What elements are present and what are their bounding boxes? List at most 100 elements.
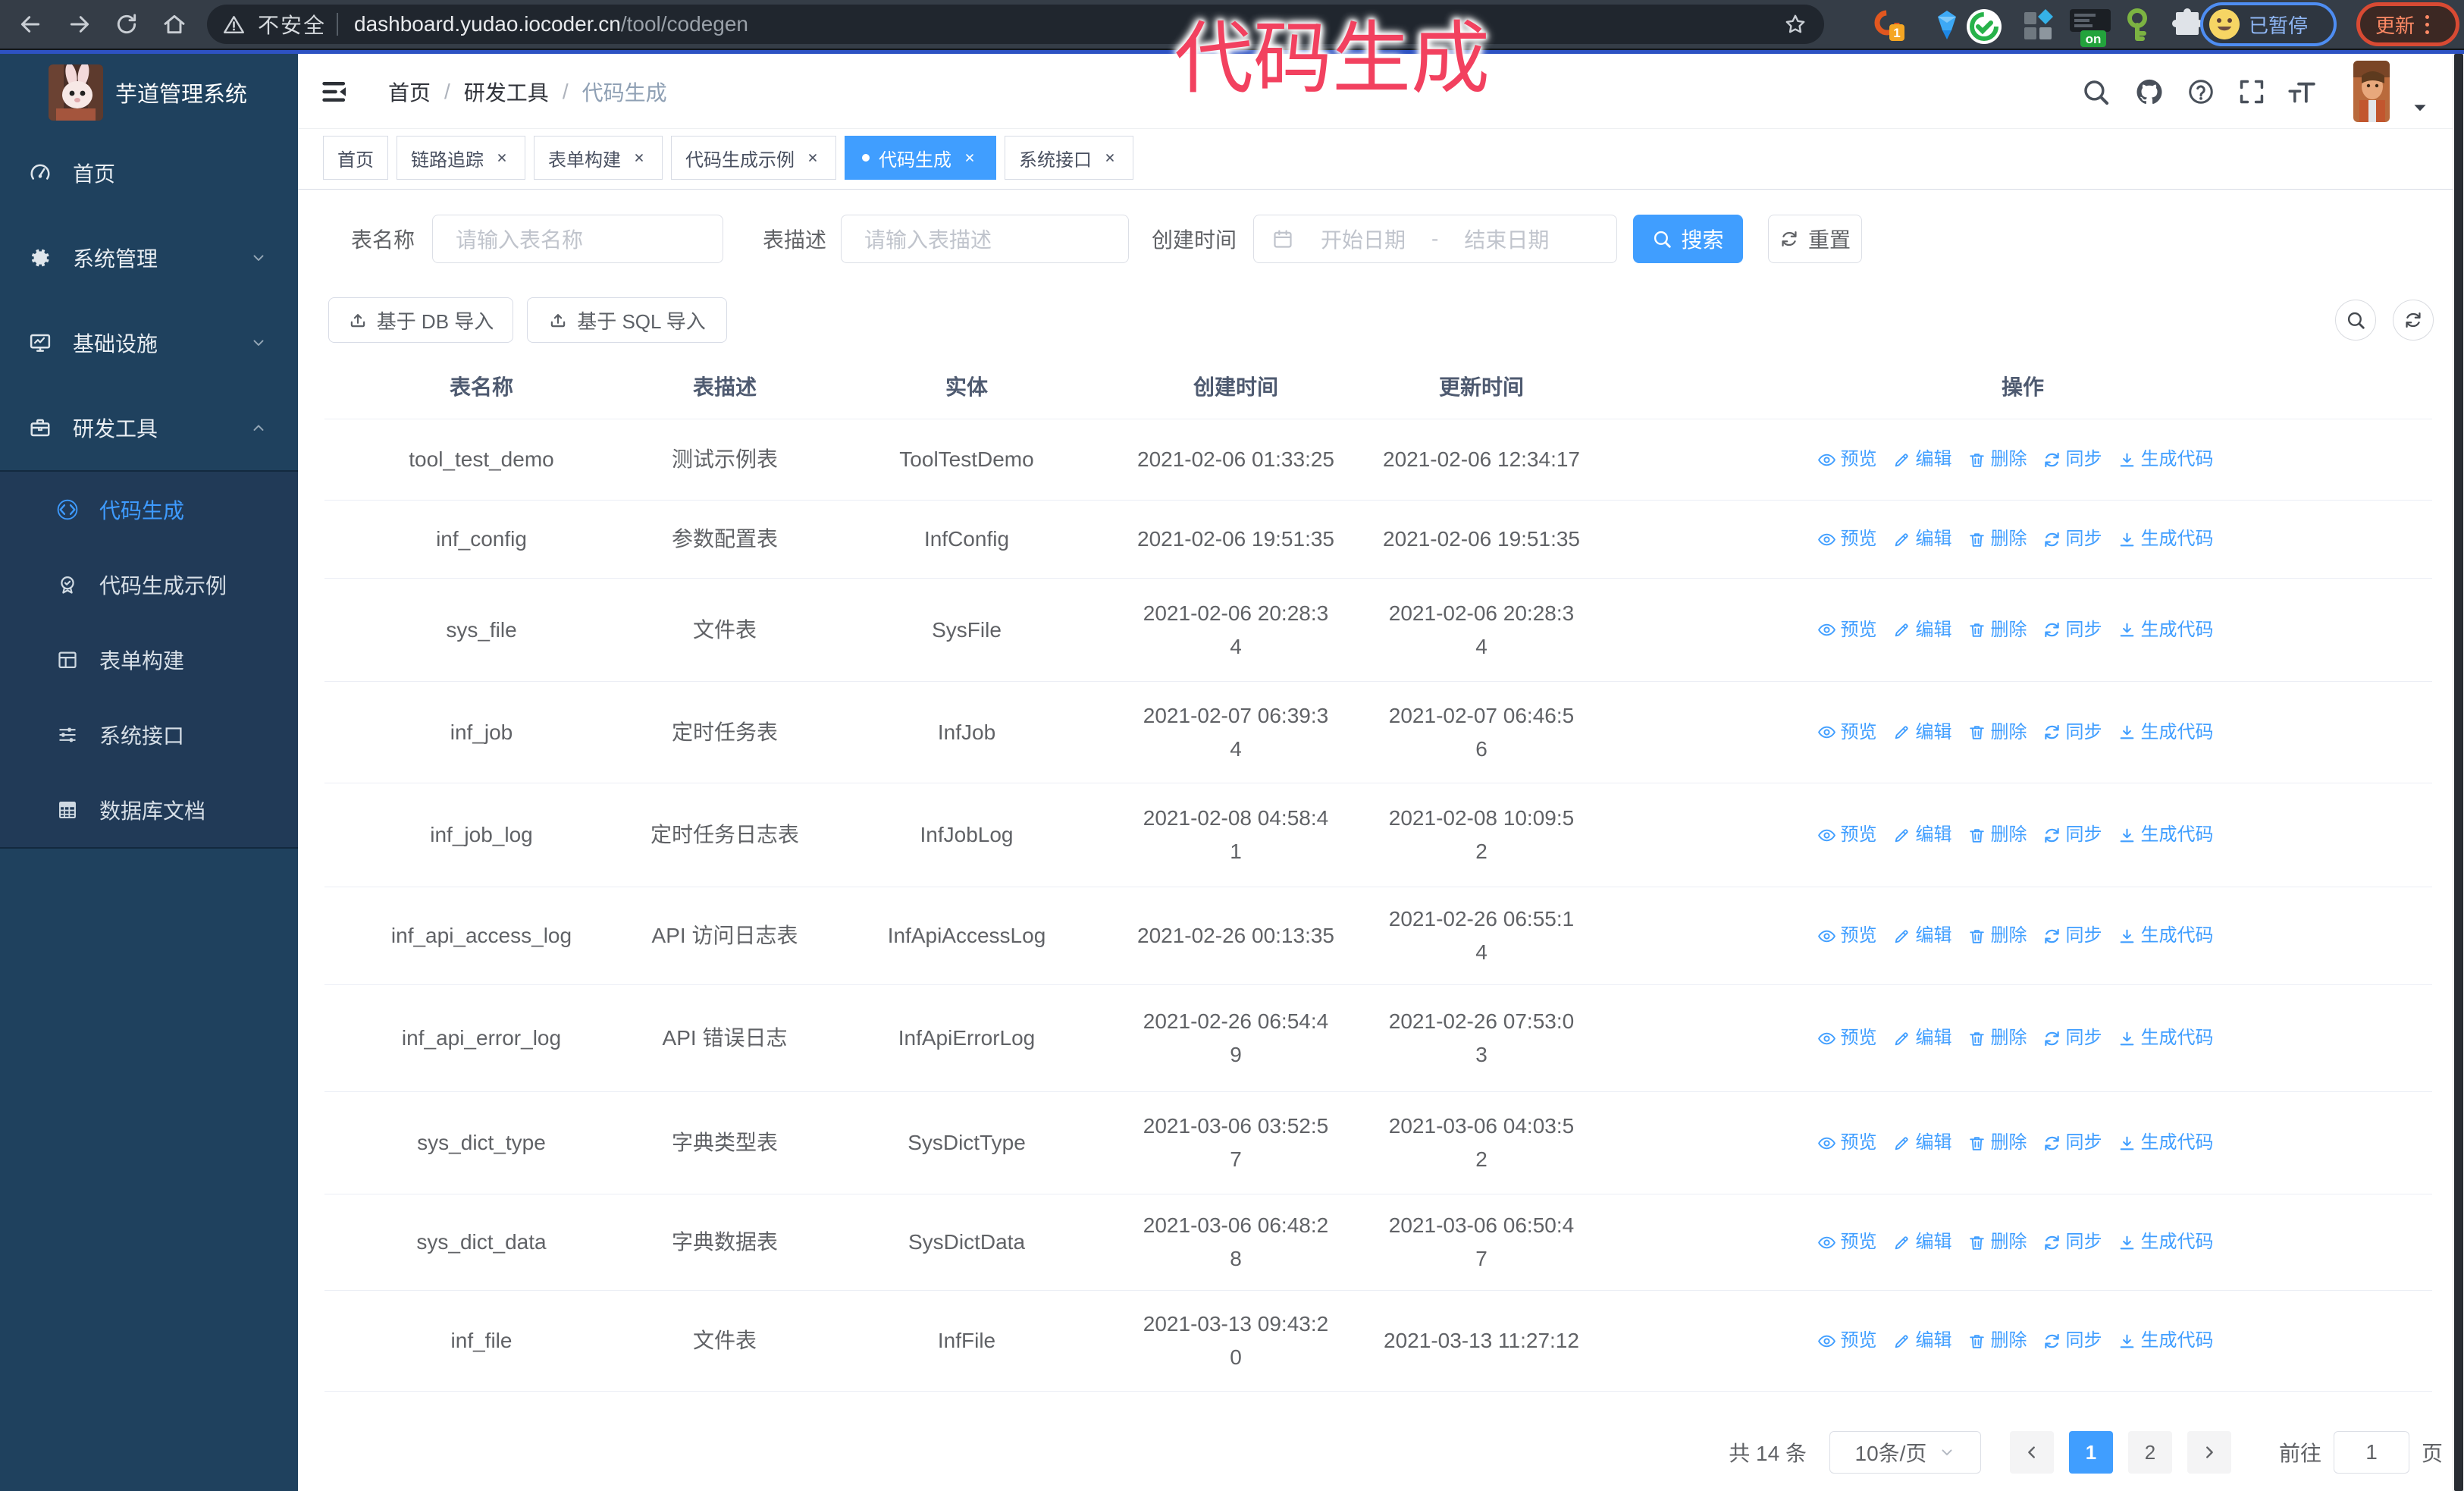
tag-codegen[interactable]: 代码生成 [845,136,996,180]
action-delete[interactable]: 删除 [1967,614,2027,647]
sidebar-subitem-codegen-example[interactable]: 代码生成示例 [0,547,298,622]
extension-key-icon[interactable] [2121,8,2153,42]
action-delete[interactable]: 删除 [1967,1324,2027,1358]
action-preview[interactable]: 预览 [1817,1022,1877,1055]
action-preview[interactable]: 预览 [1817,1324,1877,1358]
action-generate-code[interactable]: 生成代码 [2118,614,2214,647]
breadcrumb-devtools[interactable]: 研发工具 [464,77,549,107]
browser-update-button[interactable]: 更新 [2356,2,2459,46]
page-button-2[interactable]: 2 [2127,1431,2172,1474]
header-fullscreen-button[interactable] [2237,77,2266,106]
action-sync[interactable]: 同步 [2042,1022,2102,1055]
bookmark-star-icon[interactable] [1783,12,1807,36]
action-sync[interactable]: 同步 [2042,716,2102,749]
action-edit[interactable]: 编辑 [1892,443,1952,476]
action-edit[interactable]: 编辑 [1892,716,1952,749]
show-search-toggle-button[interactable] [2335,300,2376,341]
header-help-button[interactable] [2187,77,2215,106]
header-fontsize-button[interactable] [2287,77,2316,106]
browser-reload-button[interactable] [114,12,139,36]
breadcrumb-home[interactable]: 首页 [388,77,431,107]
action-sync[interactable]: 同步 [2042,614,2102,647]
browser-profile-chip[interactable]: 已暂停 [2200,2,2337,46]
action-generate-code[interactable]: 生成代码 [2118,919,2214,953]
action-generate-code[interactable]: 生成代码 [2118,1324,2214,1358]
sidebar-subitem-form-builder[interactable]: 表单构建 [0,622,298,697]
refresh-table-button[interactable] [2393,300,2434,341]
search-button[interactable]: 搜索 [1633,215,1743,263]
action-delete[interactable]: 删除 [1967,1226,2027,1259]
tag-close-icon[interactable] [1101,149,1119,167]
action-sync[interactable]: 同步 [2042,1126,2102,1160]
action-sync[interactable]: 同步 [2042,443,2102,476]
action-preview[interactable]: 预览 [1817,1226,1877,1259]
tag-close-icon[interactable] [493,149,511,167]
tag-close-icon[interactable] [804,149,822,167]
action-delete[interactable]: 删除 [1967,818,2027,852]
action-delete[interactable]: 删除 [1967,919,2027,953]
browser-scrollbar[interactable] [2453,54,2464,1491]
prev-page-button[interactable] [2009,1431,2054,1474]
tag-home[interactable]: 首页 [323,136,388,180]
extension-orange-icon[interactable]: 1 [1871,8,1906,42]
address-bar[interactable]: 不安全 dashboard.yudao.iocoder.cn/tool/code… [207,5,1824,44]
extension-check-icon[interactable] [1965,8,2003,46]
extension-gem-icon[interactable] [1932,8,1962,42]
header-github-button[interactable] [2135,77,2164,106]
scrollbar-thumb[interactable] [2454,54,2463,1491]
action-preview[interactable]: 预览 [1817,818,1877,852]
tag-trace[interactable]: 链路追踪 [397,136,525,180]
sidebar-item-devtools[interactable]: 研发工具 [0,385,298,470]
tag-system-api[interactable]: 系统接口 [1005,136,1133,180]
user-avatar[interactable] [2353,61,2390,122]
jump-page-input[interactable]: 1 [2333,1431,2409,1474]
action-generate-code[interactable]: 生成代码 [2118,1022,2214,1055]
action-preview[interactable]: 预览 [1817,1126,1877,1160]
sidebar-item-system[interactable]: 系统管理 [0,215,298,300]
header-search-button[interactable] [2081,77,2110,106]
action-edit[interactable]: 编辑 [1892,1022,1952,1055]
action-generate-code[interactable]: 生成代码 [2118,716,2214,749]
import-db-button[interactable]: 基于 DB 导入 [328,297,513,343]
action-edit[interactable]: 编辑 [1892,523,1952,556]
browser-menu-dots-icon[interactable] [2425,14,2430,34]
browser-forward-button[interactable] [67,12,92,36]
action-sync[interactable]: 同步 [2042,919,2102,953]
action-generate-code[interactable]: 生成代码 [2118,818,2214,852]
sidebar-item-home[interactable]: 首页 [0,130,298,215]
action-edit[interactable]: 编辑 [1892,919,1952,953]
action-generate-code[interactable]: 生成代码 [2118,443,2214,476]
action-preview[interactable]: 预览 [1817,614,1877,647]
reset-button[interactable]: 重置 [1768,215,1862,263]
sidebar-logo[interactable]: 芋道管理系统 [0,54,298,130]
action-generate-code[interactable]: 生成代码 [2118,523,2214,556]
page-size-select[interactable]: 10条/页 [1829,1431,1981,1474]
page-button-1[interactable]: 1 [2068,1431,2113,1474]
avatar-caret-down-icon[interactable] [2410,98,2430,118]
import-sql-button[interactable]: 基于 SQL 导入 [527,297,727,343]
action-edit[interactable]: 编辑 [1892,818,1952,852]
sidebar-toggle-button[interactable] [320,77,349,106]
tag-close-icon[interactable] [630,149,648,167]
table-desc-input[interactable]: 请输入表描述 [841,215,1129,263]
action-delete[interactable]: 删除 [1967,523,2027,556]
browser-home-button[interactable] [162,12,187,36]
sidebar-item-infra[interactable]: 基础设施 [0,300,298,385]
sidebar-subitem-system-api[interactable]: 系统接口 [0,697,298,772]
action-preview[interactable]: 预览 [1817,919,1877,953]
action-preview[interactable]: 预览 [1817,716,1877,749]
action-edit[interactable]: 编辑 [1892,1226,1952,1259]
sidebar-subitem-codegen[interactable]: 代码生成 [0,472,298,547]
sidebar-subitem-db-doc[interactable]: 数据库文档 [0,772,298,847]
action-preview[interactable]: 预览 [1817,443,1877,476]
action-delete[interactable]: 删除 [1967,1022,2027,1055]
action-sync[interactable]: 同步 [2042,523,2102,556]
extension-grid-icon[interactable] [2021,8,2055,42]
tag-close-icon[interactable] [961,149,979,167]
browser-back-button[interactable] [18,12,42,36]
next-page-button[interactable] [2187,1431,2231,1474]
table-name-input[interactable]: 请输入表名称 [432,215,723,263]
action-sync[interactable]: 同步 [2042,818,2102,852]
action-sync[interactable]: 同步 [2042,1324,2102,1358]
date-range-picker[interactable]: 开始日期 - 结束日期 [1253,215,1617,263]
